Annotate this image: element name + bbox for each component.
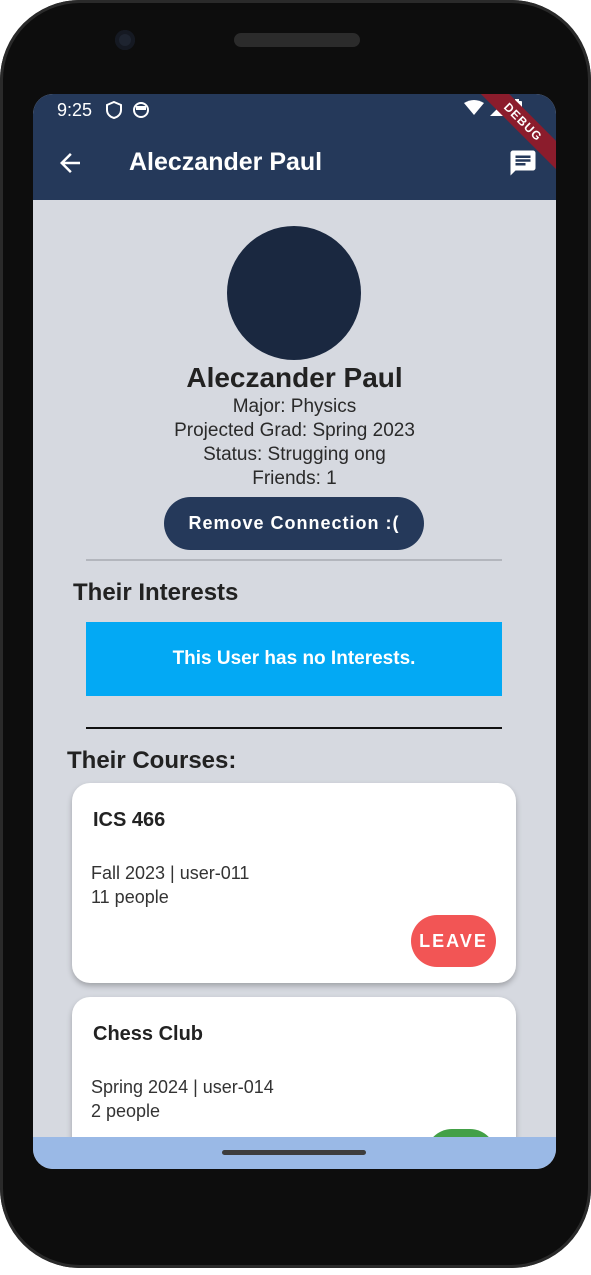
course-people: 2 people <box>91 1101 161 1121</box>
chat-icon[interactable] <box>508 148 538 178</box>
courses-heading: Their Courses: <box>67 747 237 774</box>
remove-connection-button[interactable]: Remove Connection :( <box>164 497 424 550</box>
screen: 9:25 DEBUG Aleczander Paul Aleczander Pa… <box>33 94 556 1169</box>
profile-status: Status: Strugging ong <box>203 444 386 465</box>
course-people: 11 people <box>91 887 169 907</box>
course-title: ICS 466 <box>93 809 166 831</box>
divider <box>86 559 502 561</box>
sync-icon <box>133 102 149 118</box>
interests-heading: Their Interests <box>73 579 239 606</box>
profile-grad: Projected Grad: Spring 2023 <box>174 420 415 441</box>
profile-friends: Friends: 1 <box>252 468 337 489</box>
course-term: Spring 2024 | user-014 <box>91 1077 274 1097</box>
page-title: Aleczander Paul <box>129 148 323 176</box>
course-term: Fall 2023 | user-011 <box>91 863 250 883</box>
course-card[interactable]: ICS 466 Fall 2023 | user-011 11 people L… <box>72 783 516 983</box>
interests-empty-box: This User has no Interests. <box>86 622 502 696</box>
phone-frame: 9:25 DEBUG Aleczander Paul Aleczander Pa… <box>0 0 591 1268</box>
wifi-icon <box>464 100 484 115</box>
shield-icon <box>106 101 122 119</box>
divider <box>86 727 502 729</box>
avatar <box>227 226 361 360</box>
speaker <box>234 33 360 47</box>
status-time: 9:25 <box>57 100 93 120</box>
status-icons-left <box>106 101 150 119</box>
course-title: Chess Club <box>93 1023 204 1045</box>
app-bar: 9:25 DEBUG Aleczander Paul <box>33 94 556 200</box>
profile-name: Aleczander Paul <box>186 362 403 393</box>
home-gesture-bar[interactable] <box>222 1150 366 1155</box>
profile-major: Major: Physics <box>232 396 357 417</box>
camera <box>115 30 135 50</box>
leave-button[interactable]: LEAVE <box>411 915 496 967</box>
arrow-back-icon[interactable] <box>55 148 85 178</box>
system-nav-bar <box>33 1137 556 1169</box>
